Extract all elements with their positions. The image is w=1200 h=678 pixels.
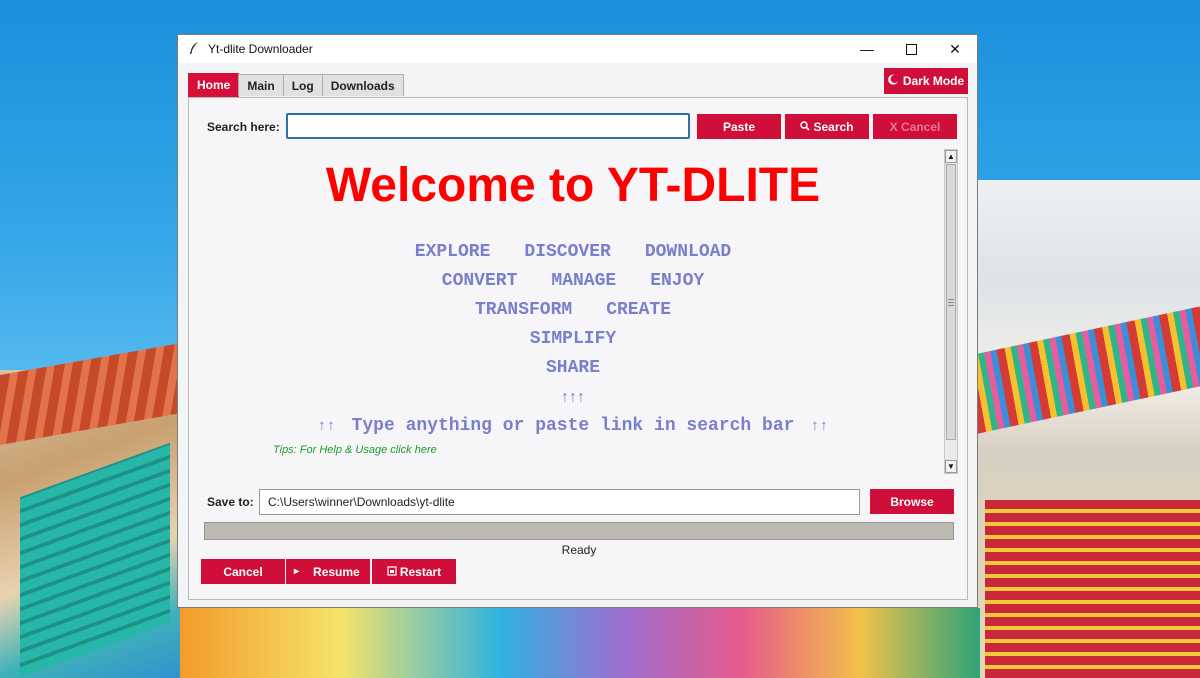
search-hint: ↑↑ Type anything or paste link in search …	[201, 416, 945, 436]
maximize-button[interactable]	[889, 35, 933, 63]
paste-button[interactable]: Paste	[697, 114, 781, 139]
feature-row-4: SIMPLIFY	[201, 329, 945, 349]
hint-arrows-right: ↑↑	[810, 418, 829, 435]
scroll-down-arrow-icon[interactable]: ▼	[945, 460, 957, 473]
home-panel: Search here: Paste Search X Cancel Welco…	[188, 97, 968, 600]
save-path-input[interactable]	[259, 489, 860, 515]
hint-arrows-left: ↑↑	[317, 418, 336, 435]
restart-icon	[387, 565, 397, 579]
minimize-icon: —	[860, 41, 874, 57]
tab-log[interactable]: Log	[282, 74, 323, 96]
feature-word: SIMPLIFY	[529, 329, 617, 349]
feature-word: MANAGE	[551, 271, 617, 291]
maximize-icon	[905, 43, 917, 55]
close-button[interactable]: ✕	[933, 35, 977, 63]
cancel-label: Cancel	[223, 564, 263, 579]
feature-row-1: EXPLORE DISCOVER DOWNLOAD	[201, 242, 945, 262]
cancel-button[interactable]: Cancel	[201, 559, 285, 584]
restart-button[interactable]: Restart	[372, 559, 456, 584]
vertical-scrollbar[interactable]: ▲ ▼	[944, 149, 958, 474]
feature-word: CREATE	[606, 300, 672, 320]
search-button[interactable]: Search	[785, 114, 869, 139]
paste-label: Paste	[722, 119, 756, 134]
minimize-button[interactable]: —	[845, 35, 889, 63]
grip-icon	[948, 298, 954, 306]
tab-downloads[interactable]: Downloads	[321, 74, 404, 96]
up-arrows-icon: ↑↑↑	[561, 389, 585, 406]
feature-row-3: TRANSFORM CREATE	[201, 300, 945, 320]
feature-word: DOWNLOAD	[644, 242, 732, 262]
resume-label: Resume	[313, 564, 360, 579]
feature-word: TRANSFORM	[474, 300, 573, 320]
dark-mode-button[interactable]: Dark Mode	[884, 68, 968, 94]
resume-button[interactable]: ▸ Resume	[286, 559, 370, 584]
tab-main[interactable]: Main	[238, 74, 284, 96]
save-to-label: Save to:	[207, 495, 254, 509]
play-icon: ▸	[294, 566, 300, 577]
feature-word: DISCOVER	[524, 242, 611, 262]
search-button-label: Search	[813, 119, 854, 134]
feature-word: CONVERT	[441, 271, 518, 291]
status-text: Ready	[561, 543, 597, 557]
moon-icon	[887, 74, 899, 88]
search-icon	[800, 120, 811, 134]
browse-label: Browse	[890, 494, 934, 509]
background-shutters-right	[985, 500, 1200, 678]
feather-icon	[188, 41, 202, 58]
browse-button[interactable]: Browse	[870, 489, 954, 514]
download-progress-bar	[204, 522, 954, 540]
feature-row-2: CONVERT MANAGE ENJOY	[201, 271, 945, 291]
hint-text: Type anything or paste link in search ba…	[351, 416, 795, 436]
tips-link[interactable]: Tips: For Help & Usage click here	[273, 444, 437, 456]
welcome-title: Welcome to YT-DLITE	[325, 159, 821, 212]
feature-row-5: SHARE	[201, 358, 945, 378]
search-input[interactable]	[286, 113, 690, 139]
feature-word: ENJOY	[650, 271, 705, 291]
welcome-area: Welcome to YT-DLITE EXPLORE DISCOVER DOWNL…	[201, 146, 945, 476]
scroll-up-arrow-icon[interactable]: ▲	[945, 150, 957, 163]
search-cancel-label: X Cancel	[889, 119, 941, 134]
feature-word: EXPLORE	[414, 242, 491, 262]
feature-word: SHARE	[545, 358, 600, 378]
close-icon: ✕	[949, 40, 961, 57]
background-colorful-facade	[180, 608, 980, 678]
tab-bar: Home Main Log Downloads	[188, 73, 404, 97]
app-window: Yt-dlite Downloader — ✕ Home Main Log Do…	[177, 34, 978, 608]
search-cancel-button[interactable]: X Cancel	[873, 114, 957, 139]
window-title: Yt-dlite Downloader	[208, 42, 313, 56]
search-label: Search here:	[207, 120, 280, 134]
scrollbar-thumb[interactable]	[946, 164, 956, 440]
restart-label: Restart	[399, 564, 442, 579]
title-bar[interactable]: Yt-dlite Downloader — ✕	[178, 35, 977, 63]
tab-home[interactable]: Home	[188, 73, 240, 97]
dark-mode-label: Dark Mode	[902, 74, 965, 88]
